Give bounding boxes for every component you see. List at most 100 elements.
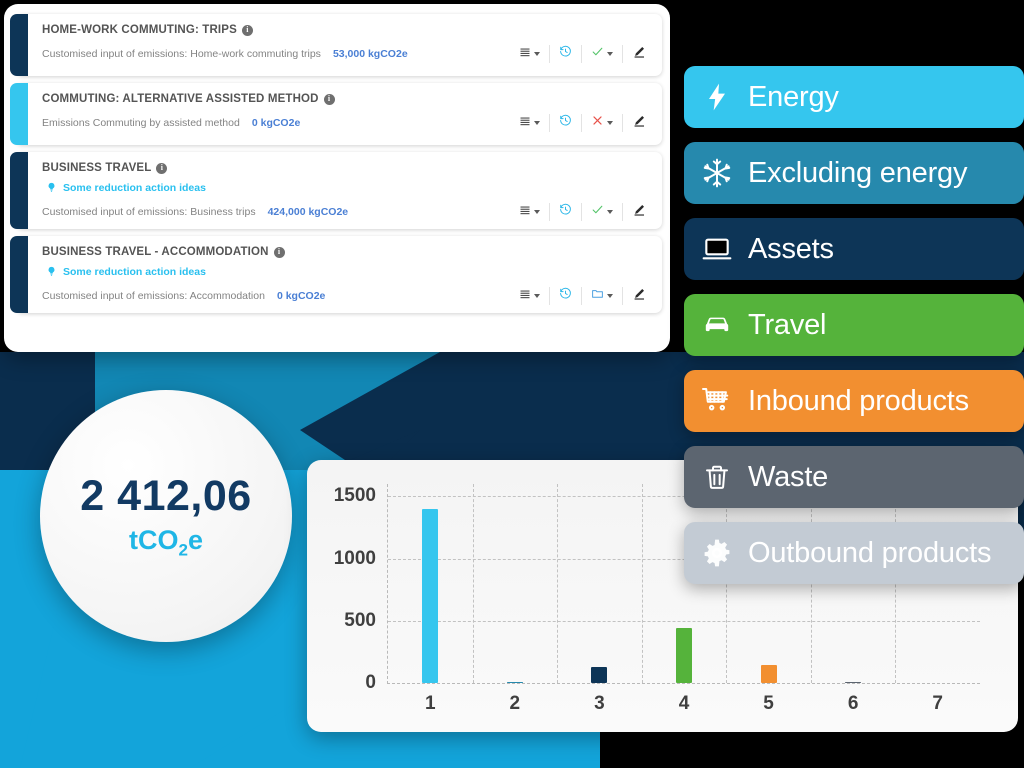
edit-pencil-icon [632, 114, 646, 133]
history-button[interactable] [550, 287, 582, 305]
chart-bar [676, 628, 692, 683]
unit-suffix: e [187, 524, 203, 555]
category-label: Waste [748, 460, 829, 493]
chevron-down-icon [607, 121, 613, 125]
chart-gridline-vertical [472, 484, 474, 683]
emission-category-list: Energy Excluding energy Assets Travel Inboun… [684, 66, 1024, 598]
emission-source-card[interactable]: HOME-WORK COMMUTING: TRIPS i Customised in… [10, 14, 662, 76]
card-accent-bar [10, 14, 28, 76]
chart-x-tick-label: 1 [424, 693, 436, 714]
chevron-down-icon [534, 52, 540, 56]
card-title-text: HOME-WORK COMMUTING: TRIPS [42, 24, 237, 36]
bolt-icon [700, 80, 734, 114]
category-button-waste[interactable]: Waste [684, 446, 1024, 508]
card-actions [510, 203, 648, 221]
card-title: BUSINESS TRAVEL - ACCOMMODATION i [42, 246, 648, 258]
info-icon[interactable]: i [273, 246, 285, 258]
chart-x-tick-label: 3 [594, 693, 605, 714]
detail-label: Customised input of emissions: Home-work… [42, 48, 321, 60]
category-button-assets[interactable]: Assets [684, 218, 1024, 280]
chart-x-tick-label: 6 [847, 693, 859, 714]
card-title-text: COMMUTING: ALTERNATIVE ASSISTED METHOD [42, 93, 319, 105]
emission-source-card[interactable]: BUSINESS TRAVEL - ACCOMMODATION i Some red… [10, 236, 662, 313]
category-button-outbound-products[interactable]: Outbound products [684, 522, 1024, 584]
info-icon[interactable]: i [241, 24, 253, 36]
edit-pencil-icon [632, 287, 646, 306]
status-button[interactable] [582, 114, 623, 132]
chart-gridline-vertical [641, 484, 643, 683]
check-icon [591, 203, 604, 221]
edit-button[interactable] [623, 45, 648, 63]
chart-x-tick-label: 7 [932, 693, 943, 714]
folder-icon [591, 287, 604, 305]
detail-value: 0 kgCO2e [276, 290, 326, 302]
info-icon[interactable]: i [156, 162, 168, 174]
history-button[interactable] [550, 203, 582, 221]
list-icon [519, 203, 531, 221]
cart-icon [700, 384, 734, 418]
list-menu-button[interactable] [510, 45, 550, 63]
unit-subscript: 2 [178, 540, 188, 560]
chart-bar [845, 681, 862, 683]
card-title: BUSINESS TRAVEL i [42, 162, 648, 174]
reduction-ideas-link[interactable]: Some reduction action ideas [46, 181, 648, 194]
category-label: Inbound products [748, 384, 969, 417]
edit-button[interactable] [623, 114, 648, 132]
card-detail-row: Customised input of emissions: Business … [42, 203, 648, 221]
laptop-icon [700, 232, 734, 266]
gear-icon [700, 536, 734, 570]
category-button-excluding-energy[interactable]: Excluding energy [684, 142, 1024, 204]
detail-value: 0 kgCO2e [251, 117, 301, 129]
card-detail-row: Customised input of emissions: Home-work… [42, 45, 648, 63]
total-emissions-badge: 2 412,06 tCO2e [40, 390, 292, 642]
chart-y-tick-label: 1500 [333, 485, 376, 507]
edit-button[interactable] [623, 287, 648, 305]
trash-icon [700, 460, 734, 494]
edit-pencil-icon [632, 45, 646, 64]
status-button[interactable] [582, 45, 623, 63]
list-menu-button[interactable] [510, 203, 550, 221]
emission-source-card[interactable]: BUSINESS TRAVEL i Some reduction action id… [10, 152, 662, 229]
check-icon [591, 45, 604, 63]
emission-source-card[interactable]: COMMUTING: ALTERNATIVE ASSISTED METHOD i E… [10, 83, 662, 145]
history-icon [559, 287, 572, 305]
list-menu-button[interactable] [510, 287, 550, 305]
history-button[interactable] [550, 114, 582, 132]
card-detail-row: Customised input of emissions: Accommoda… [42, 287, 648, 305]
category-button-energy[interactable]: Energy [684, 66, 1024, 128]
history-button[interactable] [550, 45, 582, 63]
card-title-text: BUSINESS TRAVEL [42, 162, 152, 174]
cross-icon [591, 114, 604, 132]
detail-value: 424,000 kgCO2e [267, 206, 349, 218]
status-button[interactable] [582, 203, 623, 221]
chart-x-tick-label: 5 [763, 693, 774, 714]
chart-x-tick-label: 2 [509, 693, 521, 714]
category-button-inbound-products[interactable]: Inbound products [684, 370, 1024, 432]
card-accent-bar [10, 83, 28, 145]
chart-y-tick-label: 500 [344, 609, 376, 631]
chevron-down-icon [607, 52, 613, 56]
total-emissions-value: 2 412,06 [80, 471, 252, 520]
history-icon [559, 114, 572, 132]
chevron-down-icon [534, 121, 540, 125]
chart-y-tick-label: 0 [365, 672, 376, 693]
total-emissions-unit: tCO2e [129, 525, 203, 560]
reduction-ideas-link[interactable]: Some reduction action ideas [46, 265, 648, 278]
category-label: Travel [748, 308, 827, 341]
chart-bar [591, 667, 608, 683]
status-button[interactable] [582, 287, 623, 305]
card-actions [510, 45, 648, 63]
chart-bar [506, 681, 523, 683]
chevron-down-icon [534, 294, 540, 298]
dashboard-hero: HOME-WORK COMMUTING: TRIPS i Customised in… [0, 0, 1024, 768]
list-icon [519, 45, 531, 63]
card-detail-row: Emissions Commuting by assisted method 0 … [42, 114, 648, 132]
chart-x-tick-label: 4 [678, 693, 690, 714]
list-menu-button[interactable] [510, 114, 550, 132]
info-icon[interactable]: i [323, 93, 335, 105]
history-icon [559, 45, 572, 63]
category-button-travel[interactable]: Travel [684, 294, 1024, 356]
lightbulb-icon [46, 181, 57, 194]
edit-button[interactable] [623, 203, 648, 221]
history-icon [559, 203, 572, 221]
